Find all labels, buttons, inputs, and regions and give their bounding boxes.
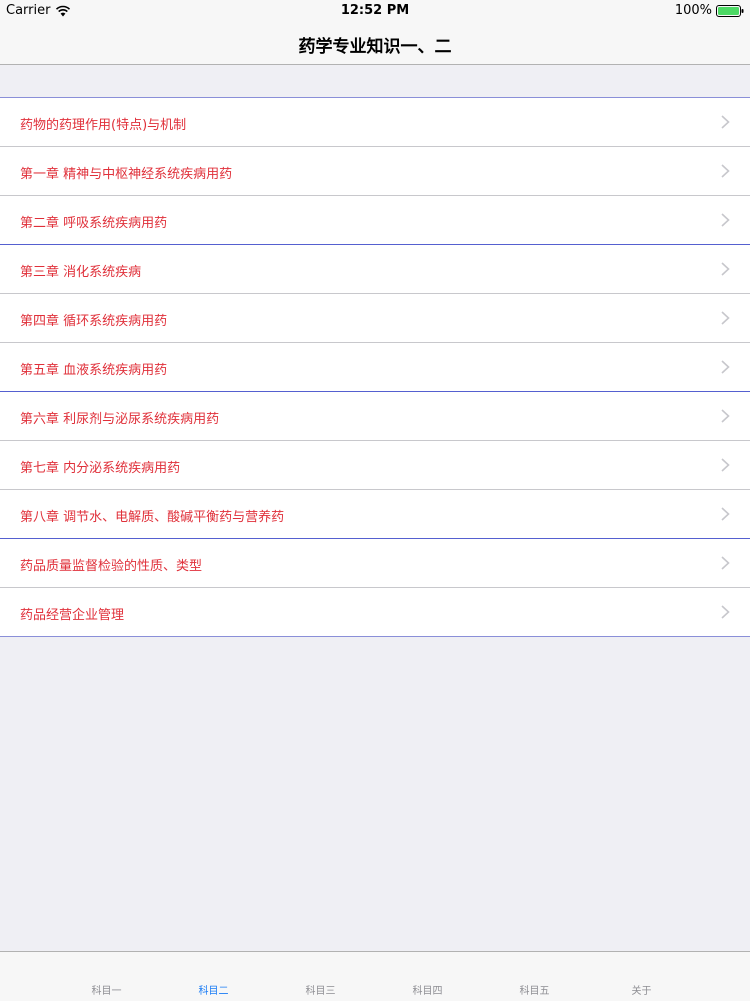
- tab-about[interactable]: 关于: [588, 952, 695, 1001]
- tab-label: 科目四: [412, 986, 443, 997]
- battery-percent: 100%: [674, 3, 712, 18]
- navigation-bar: 药学专业知识一、二: [0, 22, 750, 65]
- chevron-right-icon: [721, 213, 730, 227]
- list-item[interactable]: 第一章 精神与中枢神经系统疾病用药: [0, 147, 750, 196]
- list-item-label: 第七章 内分泌系统疾病用药: [20, 461, 181, 476]
- list-item[interactable]: 第四章 循环系统疾病用药: [0, 294, 750, 343]
- tab-subject-4[interactable]: 科目四: [374, 952, 481, 1001]
- tab-label: 科目一: [91, 986, 122, 997]
- chevron-right-icon: [721, 556, 730, 570]
- list-item-label: 药物的药理作用(特点)与机制: [20, 118, 187, 133]
- list-item-label: 第八章 调节水、电解质、酸碱平衡药与营养药: [20, 510, 285, 525]
- chevron-right-icon: [721, 507, 730, 521]
- tab-subject-2[interactable]: 科目二: [160, 952, 267, 1001]
- status-right: 100%: [675, 3, 744, 18]
- list-item-label: 第一章 精神与中枢神经系统疾病用药: [20, 167, 233, 182]
- chevron-right-icon: [721, 605, 730, 619]
- list-item[interactable]: 第五章 血液系统疾病用药: [0, 343, 750, 392]
- list-item[interactable]: 药品质量监督检验的性质、类型: [0, 539, 750, 588]
- chapter-list: 药物的药理作用(特点)与机制 第一章 精神与中枢神经系统疾病用药 第二章 呼吸系…: [0, 97, 750, 637]
- chevron-right-icon: [721, 360, 730, 374]
- list-item-label: 第六章 利尿剂与泌尿系统疾病用药: [20, 412, 220, 427]
- list-item[interactable]: 第二章 呼吸系统疾病用药: [0, 196, 750, 245]
- status-time: 12:52 PM: [340, 3, 410, 18]
- chevron-right-icon: [721, 164, 730, 178]
- chevron-right-icon: [721, 115, 730, 129]
- list-item[interactable]: 第七章 内分泌系统疾病用药: [0, 441, 750, 490]
- list-item[interactable]: 第六章 利尿剂与泌尿系统疾病用药: [0, 392, 750, 441]
- tab-subject-3[interactable]: 科目三: [267, 952, 374, 1001]
- page-title: 药学专业知识一、二: [298, 37, 452, 57]
- list-item[interactable]: 药品经营企业管理: [0, 588, 750, 636]
- list-item[interactable]: 药物的药理作用(特点)与机制: [0, 98, 750, 147]
- status-bar: Carrier 12:52 PM 100%: [0, 0, 750, 22]
- chevron-right-icon: [721, 409, 730, 423]
- list-item[interactable]: 第三章 消化系统疾病: [0, 245, 750, 294]
- tab-subject-5[interactable]: 科目五: [481, 952, 588, 1001]
- tab-bar: 科目一 科目二 科目三 科目四 科目五 关于: [0, 951, 750, 1001]
- tab-label: 关于: [631, 986, 652, 997]
- list-item-label: 药品经营企业管理: [20, 608, 125, 623]
- list-item-label: 第三章 消化系统疾病: [20, 265, 142, 280]
- tab-label: 科目二: [198, 986, 229, 997]
- chevron-right-icon: [721, 262, 730, 276]
- list-item-label: 第五章 血液系统疾病用药: [20, 363, 168, 378]
- list-item[interactable]: 第八章 调节水、电解质、酸碱平衡药与营养药: [0, 490, 750, 539]
- chevron-right-icon: [721, 311, 730, 325]
- list-item-label: 第二章 呼吸系统疾病用药: [20, 216, 168, 231]
- tab-label: 科目三: [305, 986, 336, 997]
- battery-icon: [716, 4, 744, 17]
- list-item-label: 药品质量监督检验的性质、类型: [20, 559, 203, 574]
- tab-label: 科目五: [519, 986, 550, 997]
- list-item-label: 第四章 循环系统疾病用药: [20, 314, 168, 329]
- tab-subject-1[interactable]: 科目一: [53, 952, 160, 1001]
- chevron-right-icon: [721, 458, 730, 472]
